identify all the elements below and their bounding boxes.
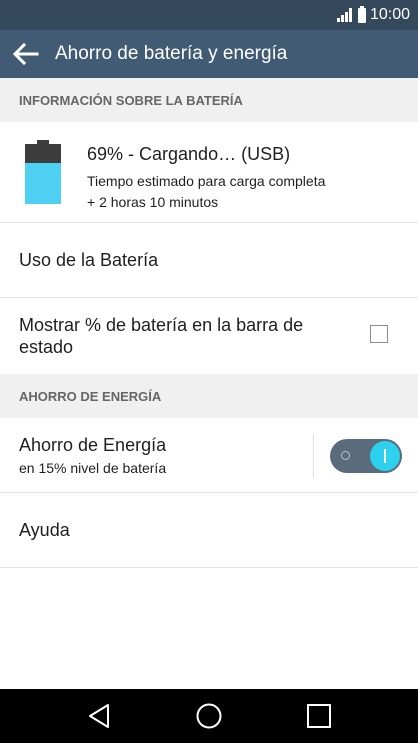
back-arrow-icon[interactable] — [11, 42, 39, 66]
back-nav-icon[interactable] — [86, 702, 112, 730]
battery-info-header: INFORMACIÓN SOBRE LA BATERÍA — [0, 78, 418, 122]
navigation-bar — [0, 689, 418, 743]
signal-strength-icon — [336, 8, 352, 22]
show-percent-label: Mostrar % de batería en la barra de esta… — [19, 315, 304, 357]
show-percent-row[interactable]: Mostrar % de batería en la barra de esta… — [0, 298, 418, 374]
battery-status-icon — [357, 5, 366, 23]
battery-use-row[interactable]: Uso de la Batería — [0, 223, 418, 298]
energy-saver-header: AHORRO DE ENERGÍA — [0, 374, 418, 418]
recent-apps-nav-icon[interactable] — [306, 702, 332, 730]
battery-status-text: 69% - Cargando… (USB) — [87, 144, 291, 164]
status-bar: 10:00 — [0, 0, 418, 30]
energy-saver-title: Ahorro de Energía — [19, 434, 167, 455]
page-title: Ahorro de batería y energía — [55, 43, 288, 64]
status-clock: 10:00 — [369, 6, 410, 23]
app-bar: Ahorro de batería y energía — [0, 30, 418, 78]
divider — [313, 434, 314, 478]
toggle-off-icon — [341, 451, 350, 460]
battery-fill — [25, 162, 61, 204]
charge-estimate-value: + 2 horas 10 minutos — [87, 194, 219, 210]
show-percent-checkbox[interactable] — [370, 325, 388, 343]
help-label: Ayuda — [19, 519, 70, 540]
battery-use-label: Uso de la Batería — [19, 249, 159, 270]
battery-level-icon — [25, 140, 61, 204]
home-nav-icon[interactable] — [195, 702, 223, 730]
toggle-knob — [370, 441, 400, 471]
charge-estimate-label: Tiempo estimado para carga completa — [87, 173, 326, 189]
energy-saver-subtitle: en 15% nivel de batería — [19, 459, 167, 476]
battery-status-row[interactable]: 69% - Cargando… (USB) Tiempo estimado pa… — [0, 122, 418, 223]
energy-saver-toggle[interactable] — [330, 439, 402, 473]
help-row[interactable]: Ayuda — [0, 493, 418, 568]
energy-saver-row[interactable]: Ahorro de Energía en 15% nivel de baterí… — [0, 418, 418, 493]
